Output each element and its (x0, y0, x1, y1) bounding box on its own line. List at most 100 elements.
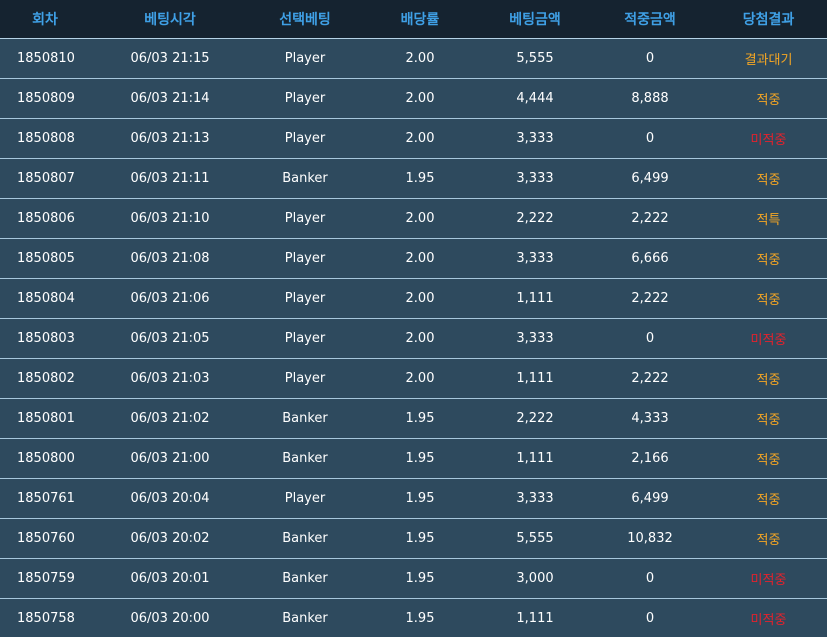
odds-cell: 2.00 (360, 318, 480, 359)
bet-amount-cell: 1,111 (480, 278, 590, 319)
table-row: 1850805 06/03 21:08 Player 2.00 3,333 6,666 적중 (0, 238, 827, 279)
bet-time-cell: 06/03 21:06 (90, 278, 250, 319)
round-cell: 1850803 (0, 318, 90, 359)
win-amount-cell: 8,888 (590, 78, 710, 119)
round-cell: 1850761 (0, 478, 90, 519)
round-cell: 1850805 (0, 238, 90, 279)
table-row: 1850761 06/03 20:04 Player 1.95 3,333 6,499 적중 (0, 478, 827, 519)
bet-time-cell: 06/03 21:15 (90, 38, 250, 79)
bet-time-cell: 06/03 20:00 (130, 610, 210, 626)
table-body: 1850810 06/03 21:15 Player 2.00 5,555 0 결과대기 18… (0, 38, 827, 637)
win-amount-cell: 4,333 (590, 398, 710, 439)
odds-cell: 2.00 (360, 198, 480, 239)
result-cell: 적중 (710, 78, 827, 119)
round-cell: 1850760 (0, 518, 90, 559)
odds-cell: 2.00 (360, 118, 480, 159)
odds-cell: 1.95 (360, 398, 480, 439)
win-amount-cell: 0 (590, 318, 710, 359)
table-row: 1850804 06/03 21:06 Player 2.00 1,111 2,222 적중 (0, 278, 827, 319)
odds-cell: 2.00 (360, 38, 480, 79)
odds-cell: 2.00 (360, 238, 480, 279)
table-row: 1850806 06/03 21:10 Player 2.00 2,222 2,222 적특 (0, 198, 827, 239)
bet-time-cell: 06/03 21:03 (90, 358, 250, 399)
selected-bet-cell: Player (250, 38, 360, 79)
table-row: 1850810 06/03 21:15 Player 2.00 5,555 0 결과대기 (0, 38, 827, 79)
selected-bet-cell: Banker (282, 610, 328, 626)
bet-history-table: 회차 베팅시각 선택베팅 배당률 베팅금액 적중금액 당첨결과 1850810 0… (0, 0, 827, 637)
header-selected-bet: 선택베팅 (250, 0, 360, 39)
header-odds: 배당률 (360, 0, 480, 39)
win-amount-cell: 0 (590, 38, 710, 79)
result-cell: 적중 (710, 358, 827, 399)
selected-bet-cell: Banker (250, 398, 360, 439)
result-cell: 적중 (710, 518, 827, 559)
selected-bet-cell: Player (250, 78, 360, 119)
bet-amount-cell: 4,444 (480, 78, 590, 119)
bet-amount-cell: 1,111 (480, 438, 590, 479)
odds-cell: 2.00 (360, 358, 480, 399)
header-bet-amount: 베팅금액 (480, 0, 590, 39)
win-amount-cell: 2,222 (590, 358, 710, 399)
win-amount-cell: 6,666 (590, 238, 710, 279)
win-amount-cell: 10,832 (590, 518, 710, 559)
selected-bet-cell: Banker (250, 438, 360, 479)
round-cell: 1850810 (0, 38, 90, 79)
result-cell: 적중 (710, 438, 827, 479)
result-cell: 적중 (710, 278, 827, 319)
result-cell: 적중 (710, 478, 827, 519)
round-cell: 1850758 (17, 610, 75, 626)
header-win-amount: 적중금액 (590, 0, 710, 39)
table-row: 1850803 06/03 21:05 Player 2.00 3,333 0 미적중 (0, 318, 827, 359)
bet-amount-cell: 3,333 (480, 158, 590, 199)
bet-amount-cell: 3,333 (480, 478, 590, 519)
selected-bet-cell: Banker (250, 558, 360, 599)
bet-amount-cell: 1,111 (516, 610, 554, 626)
round-cell: 1850806 (0, 198, 90, 239)
selected-bet-cell: Player (250, 318, 360, 359)
bet-amount-cell: 3,333 (480, 238, 590, 279)
result-cell: 적중 (710, 238, 827, 279)
odds-cell: 1.95 (360, 518, 480, 559)
result-cell: 미적중 (750, 612, 787, 628)
header-row: 회차 베팅시각 선택베팅 배당률 베팅금액 적중금액 당첨결과 (0, 0, 827, 39)
bet-amount-cell: 5,555 (480, 518, 590, 559)
table-row: 1850758 06/03 20:00 Banker 1.95 1,111 0 미적중 (0, 598, 827, 637)
round-cell: 1850807 (0, 158, 90, 199)
selected-bet-cell: Banker (250, 518, 360, 559)
bet-time-cell: 06/03 21:14 (90, 78, 250, 119)
selected-bet-cell: Player (250, 198, 360, 239)
table-row: 1850800 06/03 21:00 Banker 1.95 1,111 2,166 적중 (0, 438, 827, 479)
result-cell: 결과대기 (710, 38, 827, 79)
win-amount-cell: 0 (590, 558, 710, 599)
bet-history-panel: 회차 베팅시각 선택베팅 배당률 베팅금액 적중금액 당첨결과 1850810 0… (0, 0, 827, 637)
round-cell: 1850809 (0, 78, 90, 119)
odds-cell: 2.00 (360, 78, 480, 119)
odds-cell: 1.95 (360, 438, 480, 479)
result-cell: 미적중 (710, 558, 827, 599)
win-amount-cell: 2,222 (590, 278, 710, 319)
odds-cell: 2.00 (360, 278, 480, 319)
win-amount-cell: 2,222 (590, 198, 710, 239)
bet-amount-cell: 1,111 (480, 358, 590, 399)
header-round: 회차 (0, 0, 90, 39)
round-cell: 1850804 (0, 278, 90, 319)
bet-amount-cell: 2,222 (480, 198, 590, 239)
round-cell: 1850801 (0, 398, 90, 439)
selected-bet-cell: Player (250, 478, 360, 519)
selected-bet-cell: Player (250, 278, 360, 319)
bet-time-cell: 06/03 21:00 (90, 438, 250, 479)
table-row: 1850809 06/03 21:14 Player 2.00 4,444 8,888 적중 (0, 78, 827, 119)
result-cell: 적특 (710, 198, 827, 239)
win-amount-cell: 6,499 (590, 478, 710, 519)
odds-cell: 1.95 (360, 158, 480, 199)
odds-cell: 1.95 (360, 478, 480, 519)
result-cell: 적중 (710, 398, 827, 439)
header-bet-time: 베팅시각 (90, 0, 250, 39)
bet-time-cell: 06/03 20:01 (90, 558, 250, 599)
win-amount-cell: 6,499 (590, 158, 710, 199)
bet-time-cell: 06/03 21:02 (90, 398, 250, 439)
odds-cell: 1.95 (360, 558, 480, 599)
bet-time-cell: 06/03 21:05 (90, 318, 250, 359)
round-cell: 1850802 (0, 358, 90, 399)
selected-bet-cell: Banker (250, 158, 360, 199)
